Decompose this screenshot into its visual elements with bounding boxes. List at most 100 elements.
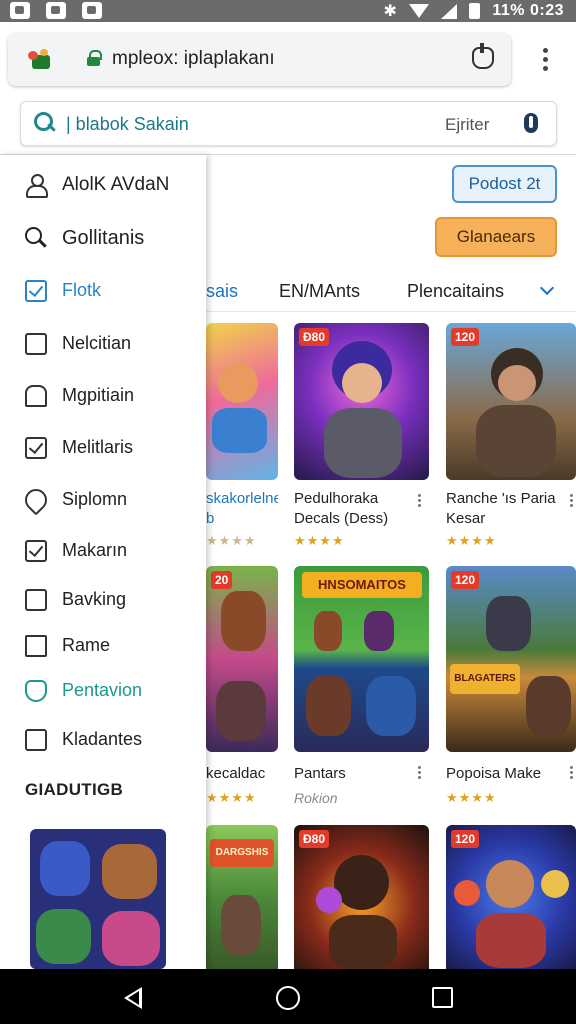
game-thumbnail[interactable]: HNSOMAITOS: [294, 566, 429, 752]
price-badge: 120: [451, 830, 480, 848]
promo-thumbnail[interactable]: [30, 829, 166, 969]
drawer-item[interactable]: Melitlaris: [0, 427, 206, 467]
folder-icon: [25, 635, 47, 657]
address-bar[interactable]: mpleox: iplaplakanı: [8, 33, 511, 86]
drawer-item-label: Flotk: [62, 280, 102, 300]
search-input[interactable]: | blabok Sakain Ejriter: [20, 101, 557, 146]
drawer-item-search[interactable]: Gollitanis: [0, 217, 206, 257]
lock-icon: [87, 50, 102, 66]
search-value[interactable]: | blabok Sakain: [66, 114, 189, 135]
tab-second[interactable]: EN/MAnts: [279, 281, 360, 302]
store-icon: [25, 385, 47, 407]
notification-icon: [82, 2, 102, 19]
status-bar: ✱ 11% 0:23: [0, 0, 576, 22]
game-thumbnail[interactable]: Đ80: [294, 825, 429, 969]
card-title[interactable]: skakorlelne b: [206, 489, 278, 529]
drawer-item-label: Kladantes: [62, 729, 143, 749]
drawer-item[interactable]: Kladantes: [0, 719, 206, 759]
game-thumbnail[interactable]: DARGSHIS: [206, 825, 278, 969]
recent-apps-icon[interactable]: [432, 987, 453, 1008]
filter-button[interactable]: Ejriter: [445, 115, 489, 135]
card-subtitle: Rokion: [294, 790, 338, 806]
drawer-item[interactable]: Nelcitian: [0, 323, 206, 363]
wifi-icon: [409, 4, 430, 18]
edit-icon: [25, 589, 47, 611]
share-icon[interactable]: [472, 43, 494, 69]
thumbnail-logo: HNSOMAITOS: [302, 572, 422, 598]
drawer-item-label: Gollitanis: [62, 227, 145, 249]
thumbnail-logo: DARGSHIS: [210, 839, 274, 867]
battery-icon: [469, 3, 481, 19]
drawer-item-label: Mgpitiain: [62, 385, 135, 405]
drawer-item[interactable]: Rame: [0, 625, 206, 665]
drawer-item-label: Makarın: [62, 540, 128, 560]
game-thumbnail[interactable]: 120 BLAGATERS: [446, 566, 576, 752]
status-clock: 11% 0:23: [492, 2, 564, 19]
thumbnail-logo: BLAGATERS: [450, 664, 520, 694]
drawer-item[interactable]: Makarın: [0, 530, 206, 570]
drawer-item[interactable]: Bavking: [0, 579, 206, 619]
notification-icon: [46, 2, 66, 19]
drawer-item[interactable]: Siplomn: [0, 479, 206, 519]
price-badge: 120: [451, 328, 480, 346]
rating-stars: ★★★★: [294, 533, 345, 548]
card-title[interactable]: Ranche 'ıs Paria Kesar: [446, 489, 556, 529]
drawer-item-label: Nelcitian: [62, 333, 132, 353]
primary-button[interactable]: Podost 2t: [452, 165, 557, 203]
search-icon: [25, 227, 47, 249]
checkbox-icon: [25, 437, 47, 459]
card-title[interactable]: kecaldac: [206, 764, 265, 784]
secondary-button[interactable]: Glanaears: [435, 217, 557, 257]
game-thumbnail[interactable]: [206, 323, 278, 480]
rating-stars: ★★★★: [206, 790, 257, 805]
drawer-item-label: Rame: [62, 635, 111, 655]
search-icon: [34, 112, 54, 132]
system-navigation-bar: [0, 969, 576, 1024]
drawer-item-label: AlolK AVdaN: [62, 174, 170, 195]
drawer-item-active[interactable]: Flotk: [0, 270, 206, 310]
tab-third[interactable]: Plencaitains: [407, 281, 504, 302]
drawer-item-label: Bavking: [62, 589, 127, 609]
card-title[interactable]: Pantars: [294, 764, 346, 784]
rating-stars: ★★★★: [446, 533, 497, 548]
price-badge: 120: [451, 571, 480, 589]
drawer-item-label: Pentavion: [62, 680, 143, 700]
divider: [206, 311, 576, 312]
more-options-icon[interactable]: [570, 494, 574, 509]
price-badge: 20: [211, 571, 233, 589]
card-title[interactable]: Pedulhoraka Decals (Dess): [294, 489, 388, 529]
drawer-item-label: Siplomn: [62, 489, 128, 509]
drawer-item-account[interactable]: AlolK AVdaN: [0, 164, 206, 204]
more-options-icon[interactable]: [570, 766, 574, 781]
clipboard-icon: [25, 333, 47, 355]
game-thumbnail[interactable]: Đ80: [294, 323, 429, 480]
rating-stars: ★★★★: [446, 790, 497, 805]
section-title: GIADUTIGB: [25, 780, 124, 799]
drawer-item[interactable]: Mgpitiain: [0, 375, 206, 415]
card-title[interactable]: Popoisa Make: [446, 764, 541, 784]
mic-icon[interactable]: [521, 113, 541, 135]
menu-icon[interactable]: [543, 48, 548, 75]
rating-stars: ★★★★: [206, 533, 257, 548]
checkbox-icon: [25, 280, 47, 302]
price-badge: Đ80: [299, 830, 330, 848]
notification-icon: [10, 2, 30, 19]
heart-icon: [25, 680, 47, 702]
bluetooth-icon: ✱: [383, 3, 398, 20]
more-options-icon[interactable]: [418, 766, 422, 781]
home-icon[interactable]: [276, 986, 300, 1010]
more-options-icon[interactable]: [418, 494, 422, 509]
signal-icon: [441, 3, 458, 19]
game-thumbnail[interactable]: 120: [446, 825, 576, 969]
checkbox-icon: [25, 540, 47, 562]
leaf-icon: [20, 484, 52, 516]
url-text[interactable]: mpleox: iplaplakanı: [112, 48, 275, 70]
tab-first[interactable]: sais: [206, 281, 238, 302]
back-icon[interactable]: [124, 987, 142, 1009]
chevron-down-icon[interactable]: [539, 280, 555, 296]
game-thumbnail[interactable]: 20: [206, 566, 278, 752]
game-thumbnail[interactable]: 120: [446, 323, 576, 480]
site-favicon-icon: [28, 49, 52, 71]
price-badge: Đ80: [299, 328, 330, 346]
drawer-item[interactable]: Pentavion: [0, 670, 206, 710]
